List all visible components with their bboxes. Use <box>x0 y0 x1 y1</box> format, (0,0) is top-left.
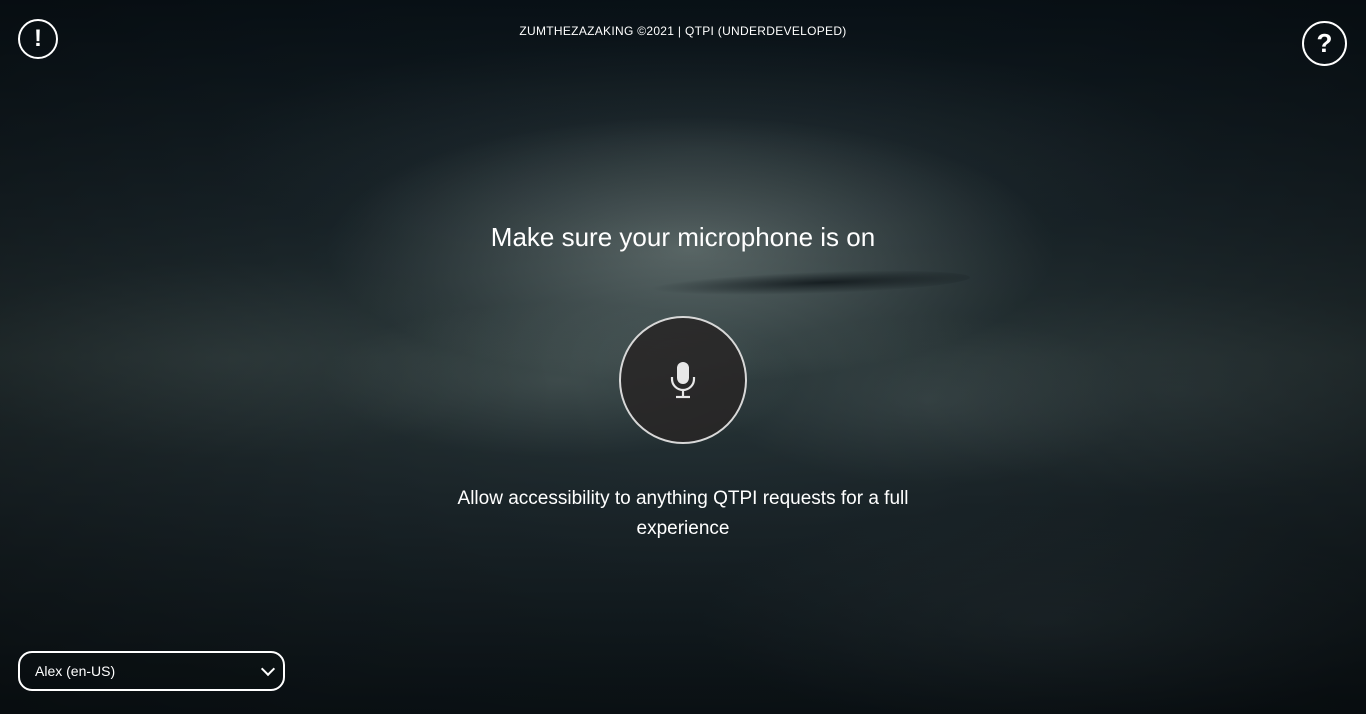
page-title: Make sure your microphone is on <box>490 222 876 252</box>
voice-select-value: Alex (en-US) <box>35 663 116 679</box>
app-screen: ! ZUMTHEZAZAKING ©2021 | QTPI (UNDERDEVE… <box>0 0 1366 714</box>
chevron-down-icon <box>260 661 276 676</box>
help-button[interactable]: ? <box>1302 21 1347 66</box>
microphone-icon <box>670 362 696 399</box>
question-icon: ? <box>1316 28 1333 58</box>
accessibility-message: Allow accessibility to anything QTPI req… <box>457 488 909 539</box>
credits-text: ZUMTHEZAZAKING ©2021 | QTPI (UNDERDEVELO… <box>519 24 847 38</box>
voice-select[interactable]: Alex (en-US) <box>18 651 285 691</box>
microphone-button[interactable] <box>619 316 747 444</box>
